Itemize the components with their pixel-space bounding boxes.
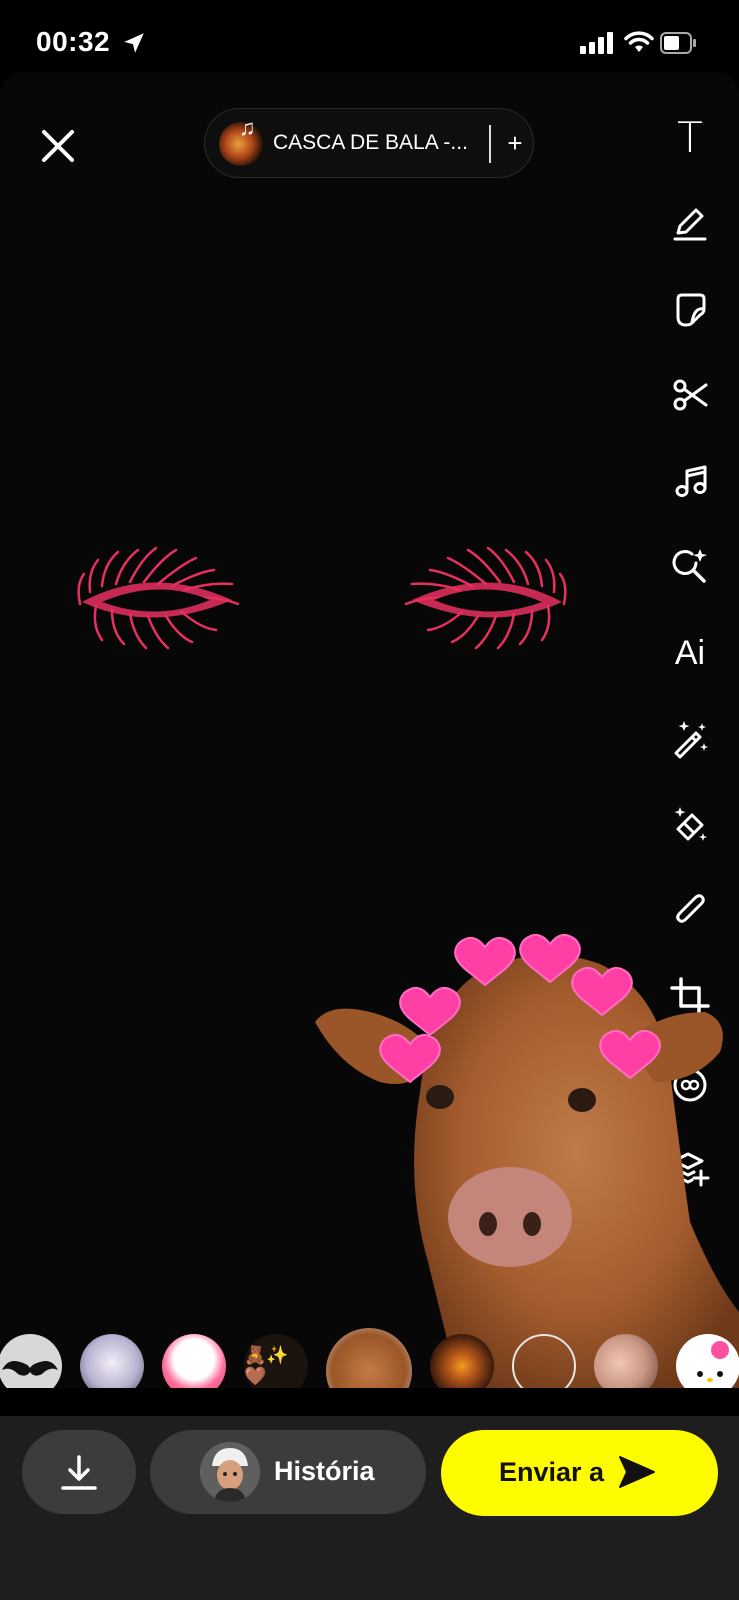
ai-tool-icon[interactable]: Ai bbox=[660, 623, 720, 683]
send-arrow-icon bbox=[619, 1456, 655, 1488]
send-label: Enviar a bbox=[499, 1457, 605, 1487]
sticker-hello-kitty-bow[interactable] bbox=[162, 1334, 226, 1388]
add-music-button[interactable]: + bbox=[501, 125, 529, 163]
music-pill[interactable]: ♫ CASCA DE BALA -... + bbox=[204, 108, 534, 178]
emoji-sticker-text: 🧸✨🤎 bbox=[244, 1345, 289, 1386]
song-title: CASCA DE BALA -... bbox=[273, 131, 468, 154]
avatar bbox=[200, 1442, 260, 1502]
send-to-button[interactable]: Enviar a bbox=[441, 1430, 718, 1516]
pen-tool-icon[interactable] bbox=[660, 193, 720, 253]
sticker-cow-with-hearts[interactable] bbox=[326, 1328, 412, 1388]
status-time: 00:32 bbox=[36, 26, 111, 57]
bottom-action-bar: História Enviar a bbox=[0, 1416, 739, 1600]
snap-preview-canvas: ♫ CASCA DE BALA -... + T Ai 🧸✨🤎 bbox=[0, 72, 739, 1388]
story-button[interactable]: História bbox=[150, 1430, 426, 1514]
text-tool-glyph: T bbox=[677, 112, 703, 162]
magic-wand-tool-icon[interactable] bbox=[660, 709, 720, 769]
location-arrow-icon bbox=[124, 33, 144, 53]
sticker-tool-icon[interactable] bbox=[660, 279, 720, 339]
save-button[interactable] bbox=[22, 1430, 136, 1514]
sticker-selfie-girl[interactable] bbox=[594, 1334, 658, 1388]
close-icon[interactable] bbox=[36, 124, 80, 168]
sticker-eye[interactable] bbox=[430, 1334, 494, 1388]
music-note-icon: ♫ bbox=[239, 115, 256, 140]
sticker-emoji[interactable]: 🧸✨🤎 bbox=[244, 1334, 308, 1388]
text-tool-icon[interactable]: T bbox=[660, 107, 720, 167]
sticker-hello-kitty-face[interactable] bbox=[676, 1334, 739, 1388]
music-tool-icon[interactable] bbox=[660, 451, 720, 511]
pill-divider bbox=[489, 125, 491, 163]
sticker-anime-cat-girl[interactable] bbox=[80, 1334, 144, 1388]
wifi-icon bbox=[624, 31, 654, 52]
sticker-tray: 🧸✨🤎 bbox=[0, 1328, 739, 1388]
search-sparkle-tool-icon[interactable] bbox=[660, 537, 720, 597]
right-eyelash-overlay bbox=[404, 546, 567, 650]
cellular-signal-icon bbox=[580, 32, 613, 54]
eraser-tool-icon[interactable] bbox=[660, 795, 720, 855]
ai-tool-glyph: Ai bbox=[674, 633, 706, 672]
status-bar: 00:32 bbox=[0, 0, 739, 72]
story-label: História bbox=[274, 1456, 375, 1486]
battery-icon bbox=[660, 32, 696, 54]
sticker-mustache[interactable] bbox=[0, 1334, 62, 1388]
scissors-tool-icon[interactable] bbox=[660, 365, 720, 425]
sticker-blank-circle[interactable] bbox=[512, 1334, 576, 1388]
left-eyelash-overlay bbox=[77, 546, 240, 650]
download-icon bbox=[61, 1455, 97, 1490]
cow-with-hearts-sticker bbox=[315, 933, 739, 1388]
